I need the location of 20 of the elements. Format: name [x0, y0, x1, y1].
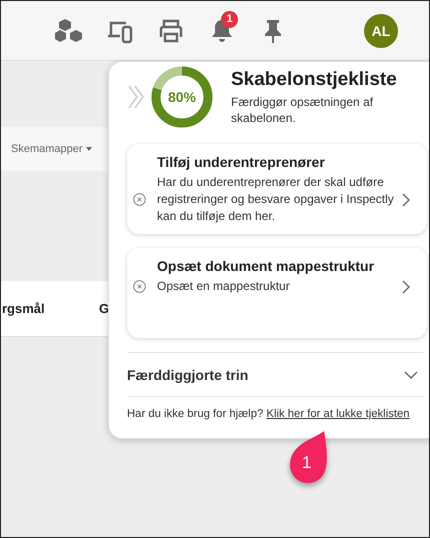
chevron-right-icon [401, 278, 411, 294]
completed-steps-toggle[interactable]: Færddiggjorte trin [127, 352, 423, 397]
help-text: Har du ikke brug for hjælp? [127, 408, 264, 420]
chevron-icon [403, 370, 419, 380]
column-header: G [99, 301, 110, 316]
task-card[interactable]: Opsæt dokument mappestruktur Opsæt en mappestruktur [127, 248, 427, 338]
progress-percent: 80% [168, 89, 196, 105]
circle-x-icon [133, 280, 146, 293]
checklist-title: Skabelonstjekliste [231, 68, 398, 90]
column-header: rgsmål [2, 301, 46, 316]
checklist-subtitle: Færdiggør opsætningen af skabelonen. [231, 94, 374, 126]
user-avatar[interactable]: AL [364, 14, 398, 48]
caret-icon [86, 147, 92, 151]
circle-x-icon [133, 193, 146, 206]
task-card[interactable]: Tilføj underentreprenører Har du underentreprenører der skal udføre registreringer og besvare opgaver i Inspectly kan du tilføje dem her. [127, 144, 427, 234]
folder-menu[interactable]: Skemamapper [11, 143, 92, 155]
chevron-right-icon [401, 192, 411, 208]
notification-badge: 1 [221, 10, 238, 28]
close-checklist-link[interactable]: Klik her for at lukke tjeklisten [266, 408, 410, 420]
cubes-icon[interactable] [55, 16, 83, 44]
